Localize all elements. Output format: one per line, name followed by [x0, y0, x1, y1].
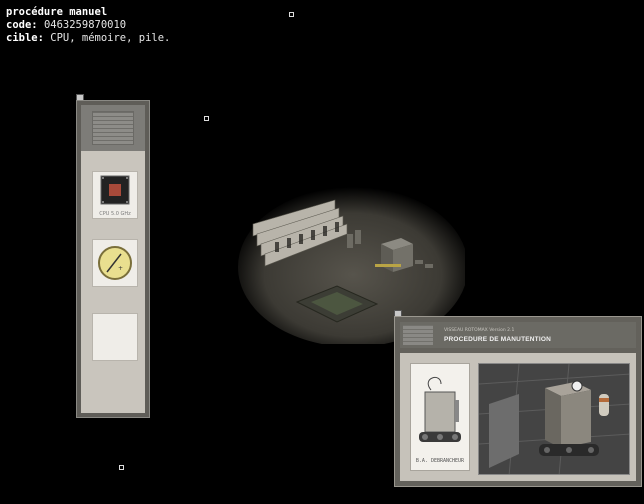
inventory-header — [81, 105, 145, 151]
hud-overlay: procédure manuel code: 0463259870010 cib… — [6, 6, 170, 45]
procedure-body: B.A. DEBRANCHEUR — [400, 353, 636, 481]
hud-code-key: code: — [6, 19, 38, 31]
inventory-slot-cpu[interactable]: CPU 5.0 GHz — [92, 171, 138, 219]
tool-card-label: B.A. DEBRANCHEUR — [415, 458, 465, 464]
waypoint-marker[interactable] — [119, 465, 124, 470]
waypoint-marker[interactable] — [289, 12, 294, 17]
procedure-title: PROCEDURE DE MANUTENTION — [444, 336, 551, 343]
procedure-logo-icon — [403, 325, 433, 345]
unplugger-tool-icon — [419, 376, 461, 442]
procedure-header: VISSEAU ROTOMAX Version 2.1 PROCEDURE DE… — [400, 322, 636, 348]
procedure-panel: VISSEAU ROTOMAX Version 2.1 PROCEDURE DE… — [394, 316, 642, 487]
inventory-inner: CPU 5.0 GHz + — [81, 105, 145, 413]
inventory-slot-dial[interactable]: + — [92, 239, 138, 287]
cpu-chip-label: CPU 5.0 GHz — [99, 211, 131, 217]
gauge-dial-icon: + — [98, 246, 132, 280]
inventory-slot-empty[interactable] — [92, 313, 138, 361]
tool-card[interactable]: B.A. DEBRANCHEUR — [410, 363, 470, 471]
procedure-version: VISSEAU ROTOMAX Version 2.1 — [444, 328, 515, 333]
cpu-chip-icon — [100, 175, 130, 205]
procedure-photo — [478, 363, 630, 475]
hud-target-value: CPU, mémoire, pile. — [50, 32, 171, 44]
waypoint-marker[interactable] — [204, 116, 209, 121]
hud-target-key: cible: — [6, 32, 44, 44]
hud-procedure-label: procédure manuel — [6, 6, 108, 18]
hud-code-value: 0463259870010 — [43, 19, 127, 31]
inventory-logo-icon — [92, 111, 134, 145]
inventory-panel: CPU 5.0 GHz + — [76, 100, 150, 418]
svg-text:+: + — [118, 265, 123, 272]
robot-on-board-image — [479, 364, 629, 474]
